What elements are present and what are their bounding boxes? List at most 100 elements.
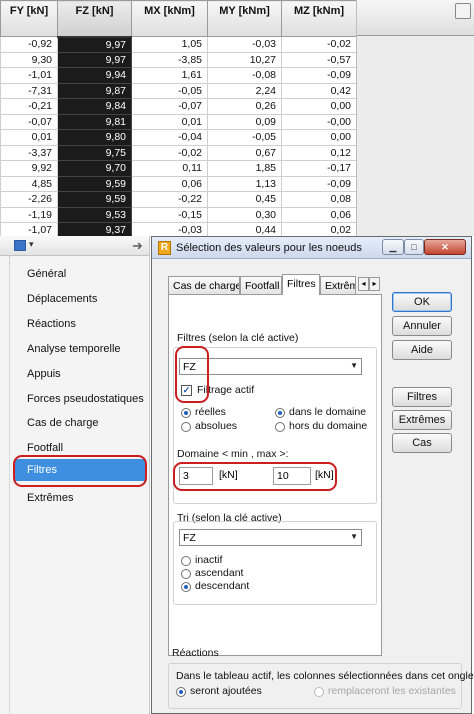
cell-mx[interactable]: -0,03 (131, 222, 208, 236)
cell-fy[interactable]: 4,85 (0, 175, 58, 192)
cell-fy[interactable]: 0,01 (0, 129, 58, 146)
table-row[interactable]: -7,31 9,87 -0,05 2,24 0,42 (0, 82, 357, 99)
cell-mz[interactable]: -0,09 (281, 67, 357, 84)
column-header-mx[interactable]: MX [kNm] (131, 0, 208, 37)
cell-fy[interactable]: -0,07 (0, 113, 58, 130)
radio-dans-le-domaine[interactable] (275, 408, 285, 418)
cell-fy[interactable]: -1,07 (0, 222, 58, 236)
cell-my[interactable]: 0,26 (207, 98, 282, 115)
cell-mz[interactable]: 0,06 (281, 206, 357, 223)
cell-fy[interactable]: 9,92 (0, 160, 58, 177)
tab-scroll-left-icon[interactable]: ◂ (358, 277, 369, 291)
cell-my[interactable]: 10,27 (207, 51, 282, 68)
cell-my[interactable]: -0,08 (207, 67, 282, 84)
table-row[interactable]: 9,30 9,97 -3,85 10,27 -0,57 (0, 51, 357, 68)
cell-fy[interactable]: -7,31 (0, 82, 58, 99)
column-header-fz[interactable]: FZ [kN] (57, 0, 132, 38)
table-row[interactable]: 4,85 9,59 0,06 1,13 -0,09 (0, 175, 357, 192)
column-header-my[interactable]: MY [kNm] (207, 0, 282, 37)
tab-extremes[interactable]: Extrêm (320, 276, 356, 294)
cell-fy[interactable]: -0,92 (0, 36, 58, 53)
domain-max-input[interactable]: 10 (273, 467, 311, 485)
cell-my[interactable]: -0,05 (207, 129, 282, 146)
cell-my[interactable]: 2,24 (207, 82, 282, 99)
table-row[interactable]: -0,92 9,97 1,05 -0,03 -0,02 (0, 36, 357, 53)
cell-mz[interactable]: -0,02 (281, 36, 357, 53)
ok-button[interactable]: OK (392, 292, 452, 312)
cell-fy[interactable]: 9,30 (0, 51, 58, 68)
sort-key-select[interactable]: FZ ▼ (179, 529, 362, 546)
filtres-button[interactable]: Filtres (392, 387, 452, 407)
tab-cas-de-charge[interactable]: Cas de charge (168, 276, 240, 294)
radio-ascendant[interactable] (181, 569, 191, 579)
cell-mz[interactable]: 0,00 (281, 98, 357, 115)
cell-fz[interactable]: 9,53 (57, 206, 132, 223)
cell-mx[interactable]: -0,15 (131, 206, 208, 223)
cell-my[interactable]: 0,44 (207, 222, 282, 236)
nav-item-extremes[interactable]: Extrêmes (27, 492, 73, 504)
cell-mz[interactable]: -0,17 (281, 160, 357, 177)
radio-seront-ajoutees[interactable] (176, 687, 186, 697)
cell-my[interactable]: 0,45 (207, 191, 282, 208)
nav-item-footfall[interactable]: Footfall (27, 442, 63, 454)
radio-inactif[interactable] (181, 556, 191, 566)
extremes-button[interactable]: Extrêmes (392, 410, 452, 430)
cell-mx[interactable]: 1,05 (131, 36, 208, 53)
filtrage-actif-checkbox[interactable]: ✓ (181, 385, 192, 396)
cell-fz[interactable]: 9,87 (57, 82, 132, 99)
table-row[interactable]: 0,01 9,80 -0,04 -0,05 0,00 (0, 129, 357, 146)
radio-reelles[interactable] (181, 408, 191, 418)
cell-fz[interactable]: 9,94 (57, 67, 132, 84)
cell-fy[interactable]: -3,37 (0, 144, 58, 161)
cell-mx[interactable]: -3,85 (131, 51, 208, 68)
nav-item-general[interactable]: Général (27, 268, 66, 280)
nav-item-appuis[interactable]: Appuis (27, 368, 61, 380)
cell-mz[interactable]: 0,02 (281, 222, 357, 236)
view-icon[interactable] (14, 240, 26, 251)
chevron-down-icon[interactable]: ▾ (29, 239, 34, 250)
annuler-button[interactable]: Annuler (392, 316, 452, 336)
table-row[interactable]: -2,26 9,59 -0,22 0,45 0,08 (0, 191, 357, 208)
cell-mz[interactable]: 0,00 (281, 129, 357, 146)
cell-my[interactable]: 1,13 (207, 175, 282, 192)
radio-remplaceront[interactable] (314, 687, 324, 697)
cell-fz[interactable]: 9,70 (57, 160, 132, 177)
cell-fz[interactable]: 9,59 (57, 191, 132, 208)
radio-descendant[interactable] (181, 582, 191, 592)
minimize-button[interactable]: ▁ (382, 239, 404, 255)
nav-item-cas-de-charge[interactable]: Cas de charge (27, 417, 99, 429)
table-row[interactable]: -1,07 9,37 -0,03 0,44 0,02 (0, 222, 357, 236)
cell-my[interactable]: 0,30 (207, 206, 282, 223)
cell-mz[interactable]: -0,09 (281, 175, 357, 192)
cell-mx[interactable]: -0,04 (131, 129, 208, 146)
cell-mz[interactable]: -0,00 (281, 113, 357, 130)
table-row[interactable]: -0,07 9,81 0,01 0,09 -0,00 (0, 113, 357, 130)
cell-fz[interactable]: 9,80 (57, 129, 132, 146)
cell-mz[interactable]: -0,57 (281, 51, 357, 68)
table-row[interactable]: 9,92 9,70 0,11 1,85 -0,17 (0, 160, 357, 177)
cell-fz[interactable]: 9,37 (57, 222, 132, 236)
radio-hors-du-domaine[interactable] (275, 422, 285, 432)
cell-mx[interactable]: -0,05 (131, 82, 208, 99)
cas-button[interactable]: Cas (392, 433, 452, 453)
table-row[interactable]: -1,01 9,94 1,61 -0,08 -0,09 (0, 67, 357, 84)
cell-mx[interactable]: -0,22 (131, 191, 208, 208)
table-row[interactable]: -0,21 9,84 -0,07 0,26 0,00 (0, 98, 357, 115)
cell-fy[interactable]: -2,26 (0, 191, 58, 208)
cell-fz[interactable]: 9,84 (57, 98, 132, 115)
domain-min-input[interactable]: 3 (179, 467, 213, 485)
nav-item-analyse-temporelle[interactable]: Analyse temporelle (27, 343, 121, 355)
cell-fz[interactable]: 9,59 (57, 175, 132, 192)
nav-item-deplacements[interactable]: Déplacements (27, 293, 97, 305)
cell-mz[interactable]: 0,42 (281, 82, 357, 99)
cell-my[interactable]: 0,09 (207, 113, 282, 130)
aide-button[interactable]: Aide (392, 340, 452, 360)
table-row[interactable]: -1,19 9,53 -0,15 0,30 0,06 (0, 206, 357, 223)
cell-my[interactable]: 1,85 (207, 160, 282, 177)
cell-mx[interactable]: 0,11 (131, 160, 208, 177)
tab-footfall[interactable]: Footfall (240, 276, 282, 294)
close-button[interactable]: ✕ (424, 239, 466, 255)
column-header-fy[interactable]: FY [kN] (0, 0, 58, 37)
cell-fy[interactable]: -0,21 (0, 98, 58, 115)
table-row[interactable]: -3,37 9,75 -0,02 0,67 0,12 (0, 144, 357, 161)
